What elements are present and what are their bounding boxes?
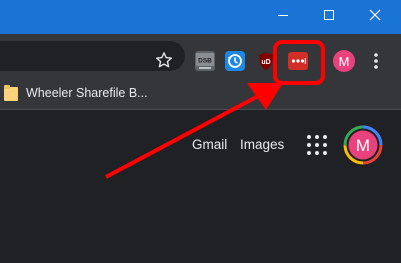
chrome-menu-icon[interactable] [370, 51, 382, 71]
dsb-icon-graphic: DSB [196, 53, 214, 69]
dsb-extension-icon[interactable]: DSB [195, 51, 215, 71]
google-account-avatar[interactable]: M [343, 125, 383, 165]
maximize-button[interactable] [306, 0, 352, 30]
profile-initial: M [338, 53, 350, 69]
close-button[interactable] [352, 0, 398, 30]
new-tab-page [0, 109, 401, 263]
minimize-icon [278, 15, 288, 16]
google-avatar-initial: M [356, 136, 370, 155]
minimize-button[interactable] [260, 0, 306, 30]
images-link[interactable]: Images [240, 137, 284, 152]
gmail-link[interactable]: Gmail [192, 137, 227, 152]
apps-grid-icon[interactable] [307, 135, 327, 155]
lastpass-extension-icon[interactable] [288, 52, 308, 70]
maximize-icon [324, 10, 334, 20]
bookmark-star-icon[interactable] [155, 51, 173, 69]
window-titlebar [0, 0, 401, 34]
dsb-label: DSB [198, 58, 212, 65]
bookmark-item-label[interactable]: Wheeler Sharefile B... [26, 86, 148, 100]
lastpass-dots-icon [291, 58, 306, 64]
ublock-label: uD [261, 59, 270, 66]
history-extension-icon[interactable] [225, 51, 245, 71]
ublock-extension-icon[interactable]: uD [256, 51, 276, 71]
folder-icon [4, 85, 18, 101]
profile-avatar[interactable]: M [333, 50, 355, 72]
history-icon [228, 54, 242, 68]
close-icon [369, 9, 381, 21]
ublock-shield-icon: uD [259, 52, 273, 70]
